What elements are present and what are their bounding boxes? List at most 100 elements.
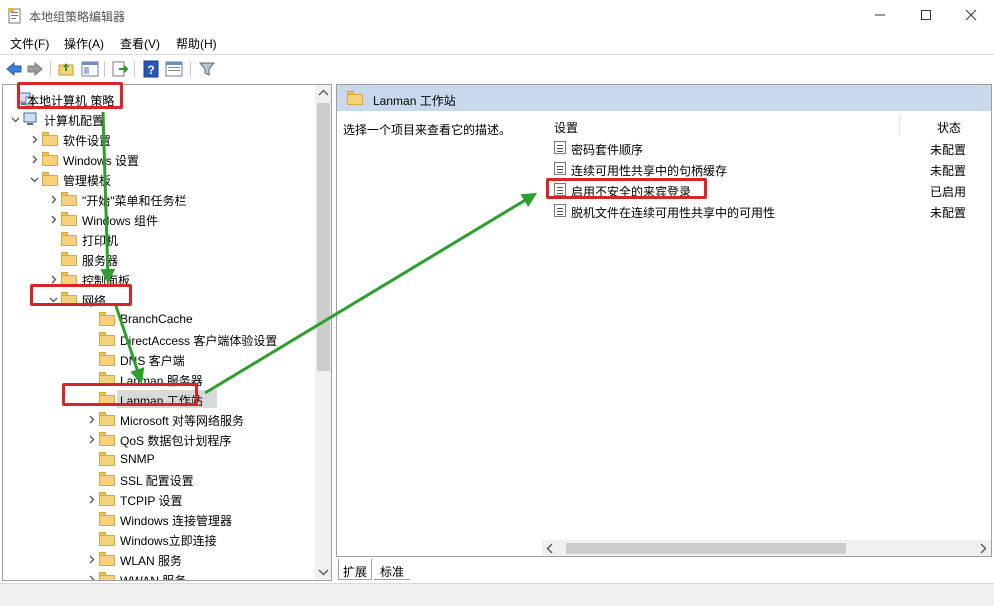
- column-divider[interactable]: [899, 115, 900, 135]
- tree-node-label: Windows立即连接: [120, 534, 217, 548]
- tree-scroll-thumb[interactable]: [317, 103, 330, 371]
- description-text: 选择一个项目来查看它的描述。: [343, 123, 512, 137]
- tree-node-label: DirectAccess 客户端体验设置: [120, 334, 278, 348]
- tree-node[interactable]: DNS 客户端: [87, 349, 331, 369]
- setting-state: 未配置: [930, 206, 967, 220]
- list-item[interactable]: 脱机文件在连续可用性共享中的可用性 未配置: [542, 200, 991, 221]
- close-button[interactable]: [948, 0, 994, 31]
- tree-node-label: QoS 数据包计划程序: [120, 434, 232, 448]
- console-tree-pane[interactable]: 本地计算机 策略 计算机配置 软件设置 Windows 设置 管理模板 "开始"菜单和任务…: [2, 84, 332, 581]
- setting-name: 连续可用性共享中的句柄缓存: [571, 164, 728, 178]
- chevron-right-icon[interactable]: [30, 135, 39, 144]
- tree-node[interactable]: 服务器: [49, 249, 331, 269]
- maximize-button[interactable]: [903, 0, 949, 31]
- tree-node-label: TCPIP 设置: [120, 494, 183, 508]
- setting-state: 未配置: [930, 164, 967, 178]
- tab-standard[interactable]: 标准: [374, 559, 410, 580]
- toolbar-separator: [50, 61, 51, 77]
- tree-node-label: WWAN 服务: [120, 574, 187, 581]
- tree-node[interactable]: 软件设置: [30, 129, 330, 149]
- forward-icon[interactable]: [26, 60, 44, 78]
- menu-action[interactable]: 操作(A): [64, 35, 104, 52]
- annotation-box-lanman-workstation: [62, 383, 198, 406]
- tree-node[interactable]: QoS 数据包计划程序: [87, 429, 331, 449]
- chevron-down-icon[interactable]: [30, 175, 39, 184]
- setting-state: 未配置: [930, 143, 967, 157]
- tree-node-label: BranchCache: [120, 312, 193, 326]
- chevron-right-icon[interactable]: [87, 495, 96, 504]
- svg-text:?: ?: [147, 63, 154, 77]
- tree-node[interactable]: Windows 连接管理器: [87, 509, 331, 529]
- computer-icon: [23, 112, 39, 126]
- tree-node-label: WLAN 服务: [120, 554, 183, 568]
- folder-icon: [61, 192, 77, 206]
- tree-vertical-scrollbar[interactable]: [315, 85, 332, 580]
- close-icon: [965, 9, 977, 21]
- folder-icon: [42, 152, 58, 166]
- tree-node[interactable]: 打印机: [49, 229, 331, 249]
- tree-node-label: SNMP: [120, 452, 155, 466]
- tree-node[interactable]: WWAN 服务: [87, 569, 331, 581]
- folder-icon: [42, 172, 58, 186]
- folder-icon: [61, 232, 77, 246]
- up-folder-icon[interactable]: [57, 60, 75, 78]
- chevron-right-icon[interactable]: [49, 275, 58, 284]
- tree-node[interactable]: BranchCache: [87, 309, 331, 329]
- setting-state: 已启用: [930, 185, 967, 199]
- folder-icon: [99, 492, 115, 506]
- policy-setting-icon: [554, 204, 566, 217]
- export-list-icon[interactable]: [111, 60, 129, 78]
- tree-node[interactable]: Windows 设置: [30, 149, 330, 169]
- filter-icon[interactable]: [198, 60, 216, 78]
- menu-file[interactable]: 文件(F): [10, 35, 49, 52]
- tree-node[interactable]: TCPIP 设置: [87, 489, 331, 509]
- back-icon[interactable]: [5, 60, 23, 78]
- toolbar: ?: [0, 54, 994, 82]
- tree-node[interactable]: Windows立即连接: [87, 529, 331, 549]
- tree-node-label: DNS 客户端: [120, 354, 185, 368]
- tree-node[interactable]: Microsoft 对等网络服务: [87, 409, 331, 429]
- chevron-right-icon[interactable]: [49, 195, 58, 204]
- chevron-right-icon[interactable]: [87, 415, 96, 424]
- tree-node[interactable]: SNMP: [87, 449, 331, 469]
- tree-node-label: Windows 设置: [63, 154, 140, 168]
- help-icon[interactable]: ?: [142, 60, 160, 78]
- tree-node[interactable]: Windows 组件: [49, 209, 331, 229]
- list-item[interactable]: 密码套件顺序 未配置: [542, 137, 991, 158]
- scroll-up-arrow-icon[interactable]: [315, 85, 332, 102]
- folder-icon: [99, 532, 115, 546]
- tab-extended[interactable]: 扩展: [338, 559, 372, 580]
- scroll-right-arrow-icon[interactable]: [974, 540, 991, 557]
- minimize-button[interactable]: [857, 0, 903, 31]
- tree-node[interactable]: SSL 配置设置: [87, 469, 331, 489]
- list-horizontal-scrollbar[interactable]: [542, 540, 991, 557]
- tree-node[interactable]: 计算机配置: [11, 109, 311, 129]
- scroll-down-arrow-icon[interactable]: [315, 563, 332, 580]
- folder-icon: [99, 512, 115, 526]
- properties-icon[interactable]: [165, 60, 183, 78]
- folder-icon: [99, 332, 115, 346]
- folder-icon: [61, 212, 77, 226]
- chevron-right-icon[interactable]: [87, 435, 96, 444]
- menu-view[interactable]: 查看(V): [120, 35, 160, 52]
- show-hide-tree-icon[interactable]: [81, 60, 99, 78]
- tree-node[interactable]: WLAN 服务: [87, 549, 331, 569]
- chevron-right-icon[interactable]: [49, 215, 58, 224]
- chevron-right-icon[interactable]: [87, 555, 96, 564]
- policy-editor-app-icon: [8, 8, 21, 24]
- tree-node-label: 服务器: [82, 254, 119, 268]
- list-item[interactable]: 连续可用性共享中的句柄缓存 未配置: [542, 158, 991, 179]
- menu-help[interactable]: 帮助(H): [176, 35, 217, 52]
- tree-node[interactable]: 管理模板: [30, 169, 330, 189]
- title-bar: 本地组策略编辑器: [0, 0, 994, 31]
- chevron-down-icon[interactable]: [11, 115, 20, 124]
- column-header-setting[interactable]: 设置: [554, 119, 578, 136]
- list-scroll-thumb[interactable]: [566, 543, 846, 554]
- chevron-right-icon[interactable]: [87, 575, 96, 581]
- column-header-state[interactable]: 状态: [937, 119, 961, 136]
- chevron-right-icon[interactable]: [30, 155, 39, 164]
- tree-node[interactable]: "开始"菜单和任务栏: [49, 189, 331, 209]
- status-bar: [0, 583, 994, 606]
- tree-node[interactable]: DirectAccess 客户端体验设置: [87, 329, 331, 349]
- scroll-left-arrow-icon[interactable]: [542, 540, 559, 557]
